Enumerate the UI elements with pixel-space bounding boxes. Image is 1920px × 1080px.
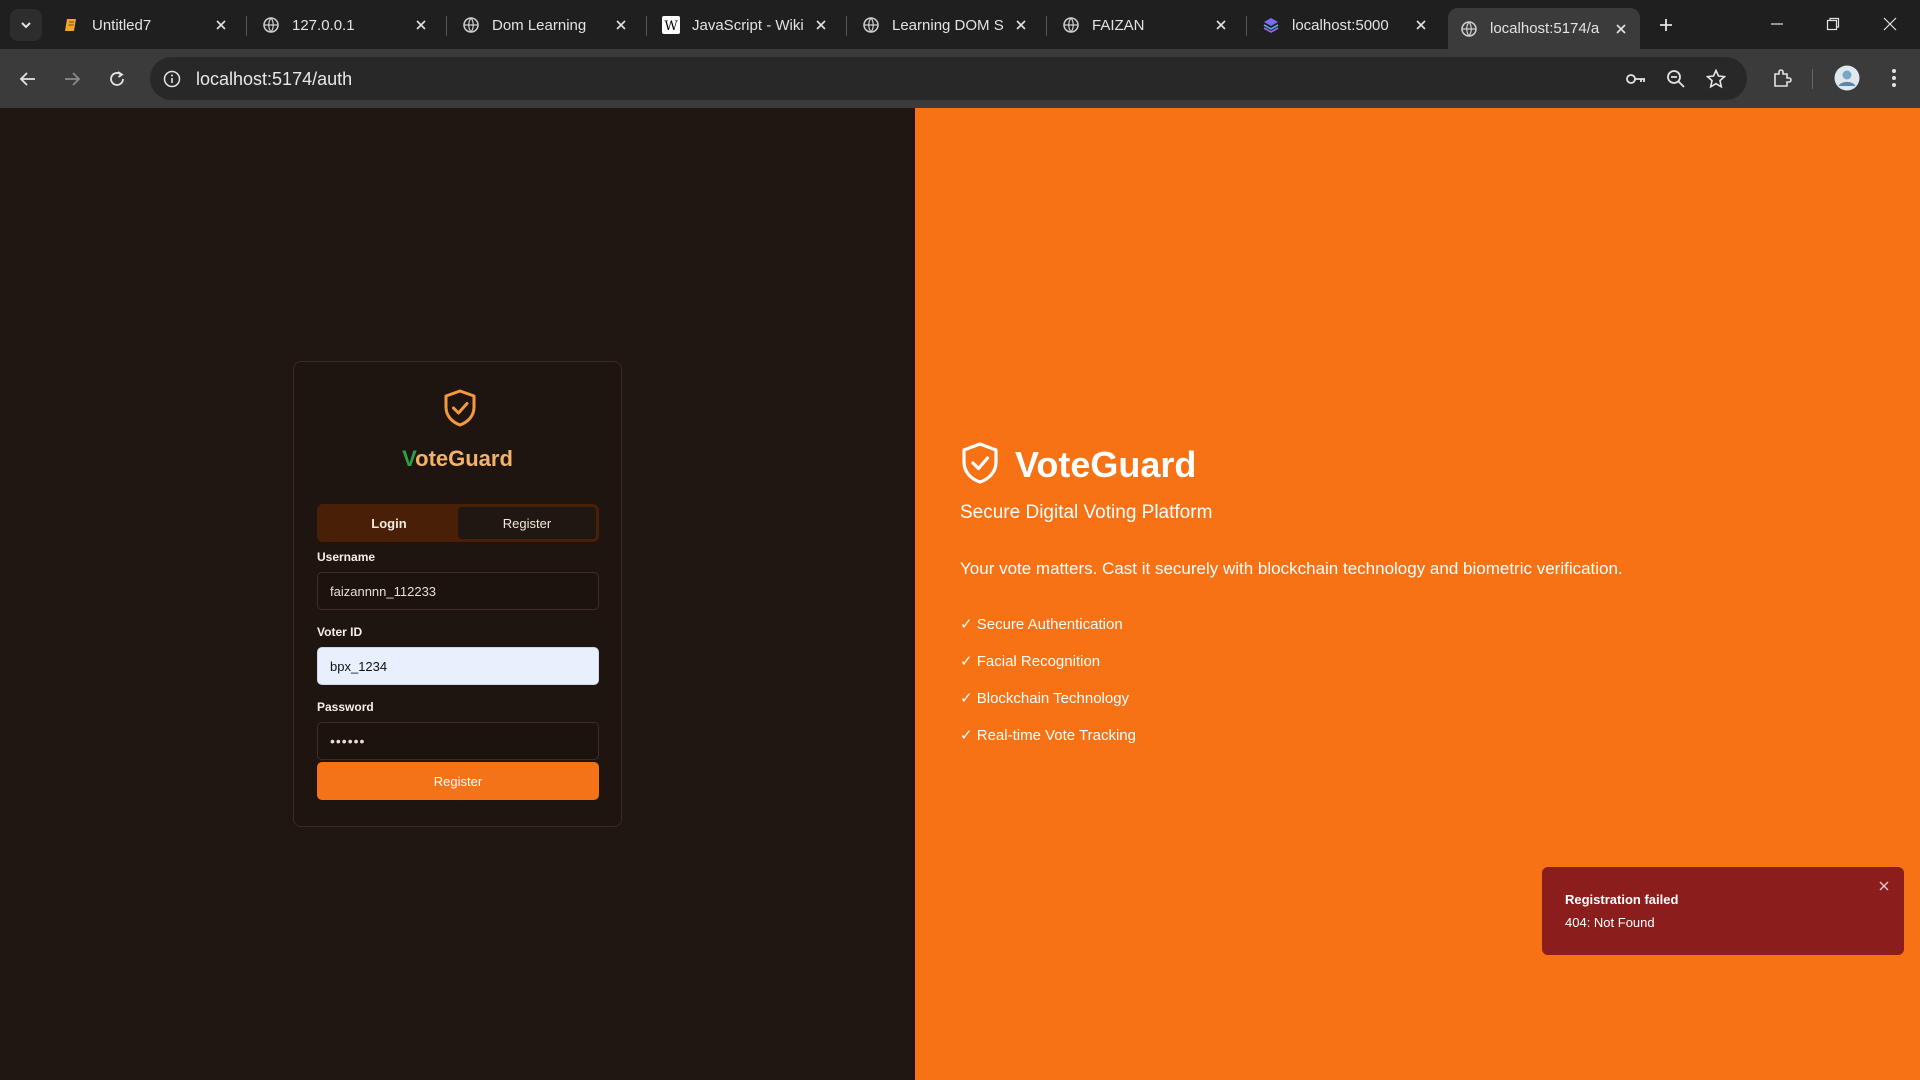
back-button[interactable]	[12, 63, 44, 95]
profile-button[interactable]	[1831, 62, 1863, 94]
voter-id-field[interactable]: bpx_1234	[317, 647, 599, 685]
extensions-button[interactable]	[1766, 62, 1798, 94]
close-icon[interactable]	[1212, 16, 1230, 34]
restore-button[interactable]	[1813, 8, 1853, 40]
password-label: Password	[317, 700, 374, 714]
globe-icon	[862, 16, 880, 34]
toast-close-button[interactable]	[1876, 878, 1892, 894]
password-key-icon[interactable]	[1624, 67, 1648, 91]
globe-icon	[1460, 20, 1478, 38]
close-icon	[1883, 17, 1897, 31]
address-bar[interactable]: localhost:5174/auth	[150, 57, 1747, 100]
register-button[interactable]: Register	[317, 762, 599, 800]
browser-tab[interactable]: Learning DOM S	[850, 8, 1040, 42]
shield-check-icon	[962, 442, 998, 484]
svg-text:W: W	[664, 19, 678, 34]
tab-login[interactable]: Login	[320, 507, 458, 539]
feature-item: ✓ Real-time Vote Tracking	[960, 727, 1136, 744]
tab-title: FAIZAN	[1092, 16, 1145, 34]
kebab-menu-icon	[1892, 69, 1896, 87]
error-toast: Registration failed 404: Not Found	[1542, 867, 1904, 955]
forward-button[interactable]	[56, 63, 88, 95]
hero-subtitle: Secure Digital Voting Platform	[960, 502, 1213, 523]
tab-title: 127.0.0.1	[292, 16, 355, 34]
globe-icon	[1062, 16, 1080, 34]
forward-arrow-icon	[65, 72, 81, 86]
close-icon[interactable]	[612, 16, 630, 34]
minimize-button[interactable]	[1757, 8, 1797, 40]
avatar	[1834, 65, 1860, 91]
close-window-button[interactable]	[1870, 8, 1910, 40]
stack-icon	[1262, 16, 1280, 34]
tab-separator	[446, 16, 447, 36]
toolbar-separator	[1812, 69, 1813, 89]
close-icon[interactable]	[1412, 16, 1430, 34]
notebook-icon	[62, 16, 80, 34]
tab-separator	[846, 16, 847, 36]
brand-rest: oteGuard	[415, 446, 513, 471]
browser-tab[interactable]: 127.0.0.1	[250, 8, 440, 42]
feature-item: ✓ Secure Authentication	[960, 616, 1123, 633]
tab-separator	[246, 16, 247, 36]
minimize-icon	[1771, 23, 1783, 25]
tab-title: localhost:5000	[1292, 16, 1389, 34]
new-tab-button[interactable]	[1652, 11, 1680, 39]
close-icon[interactable]	[812, 16, 830, 34]
browser-tab[interactable]: Untitled7	[50, 8, 240, 42]
toast-title: Registration failed	[1565, 892, 1679, 907]
shield-check-icon	[444, 389, 476, 427]
plus-icon	[1660, 19, 1672, 31]
username-field[interactable]: faizannnn_112233	[317, 572, 599, 610]
tab-title: Dom Learning	[492, 16, 587, 34]
restore-icon	[1826, 17, 1840, 31]
bookmark-star-icon[interactable]	[1704, 67, 1728, 91]
reload-icon	[110, 71, 124, 86]
site-info-icon[interactable]	[160, 67, 184, 91]
auth-tabs: Login Register	[317, 504, 599, 542]
tab-title: Learning DOM S	[892, 16, 1004, 34]
auth-panel: VoteGuard Login Register Username faizan…	[0, 108, 915, 1080]
browser-tab-active[interactable]: localhost:5174/a	[1448, 8, 1640, 49]
brand-initial: V	[402, 446, 416, 471]
brand-name: VoteGuard	[294, 446, 621, 472]
tab-separator	[646, 16, 647, 36]
password-field[interactable]: ••••••	[317, 722, 599, 760]
chevron-down-icon	[21, 22, 31, 29]
auth-card: VoteGuard Login Register Username faizan…	[293, 361, 622, 827]
feature-item: ✓ Blockchain Technology	[960, 690, 1130, 707]
globe-icon	[262, 16, 280, 34]
back-arrow-icon	[19, 72, 35, 86]
globe-icon	[462, 16, 480, 34]
tab-title: localhost:5174/a	[1490, 20, 1600, 37]
puzzle-icon	[1774, 69, 1792, 87]
tab-title: JavaScript - Wiki	[692, 16, 804, 34]
browser-tab[interactable]: localhost:5000	[1250, 8, 1440, 42]
address-url: localhost:5174/auth	[196, 69, 353, 89]
browser-tab[interactable]: FAIZAN	[1050, 8, 1240, 42]
browser-tab-bar: Untitled7 127.0.0.1 Dom Learning W JavaS…	[0, 0, 1920, 49]
close-icon	[1879, 881, 1889, 891]
hero-description: Your vote matters. Cast it securely with…	[960, 559, 1623, 578]
zoom-icon[interactable]	[1664, 67, 1688, 91]
tab-separator	[1046, 16, 1047, 36]
close-icon[interactable]	[1612, 20, 1630, 38]
wikipedia-icon: W	[662, 16, 680, 34]
close-icon[interactable]	[412, 16, 430, 34]
browser-tab[interactable]: Dom Learning	[450, 8, 640, 42]
tab-search-button[interactable]	[10, 9, 42, 41]
feature-item: ✓ Facial Recognition	[960, 653, 1101, 670]
tab-separator	[1246, 16, 1247, 36]
tab-register[interactable]: Register	[458, 507, 596, 539]
tab-title: Untitled7	[92, 16, 152, 34]
toast-description: 404: Not Found	[1565, 915, 1655, 930]
hero-title: VoteGuard	[1015, 444, 1197, 485]
voter-id-label: Voter ID	[317, 625, 363, 639]
close-icon[interactable]	[212, 16, 230, 34]
reload-button[interactable]	[101, 63, 133, 95]
browser-toolbar: localhost:5174/auth	[0, 49, 1920, 108]
menu-button[interactable]	[1878, 62, 1910, 94]
close-icon[interactable]	[1012, 16, 1030, 34]
browser-tab[interactable]: W JavaScript - Wiki	[650, 8, 840, 42]
username-label: Username	[317, 550, 376, 564]
